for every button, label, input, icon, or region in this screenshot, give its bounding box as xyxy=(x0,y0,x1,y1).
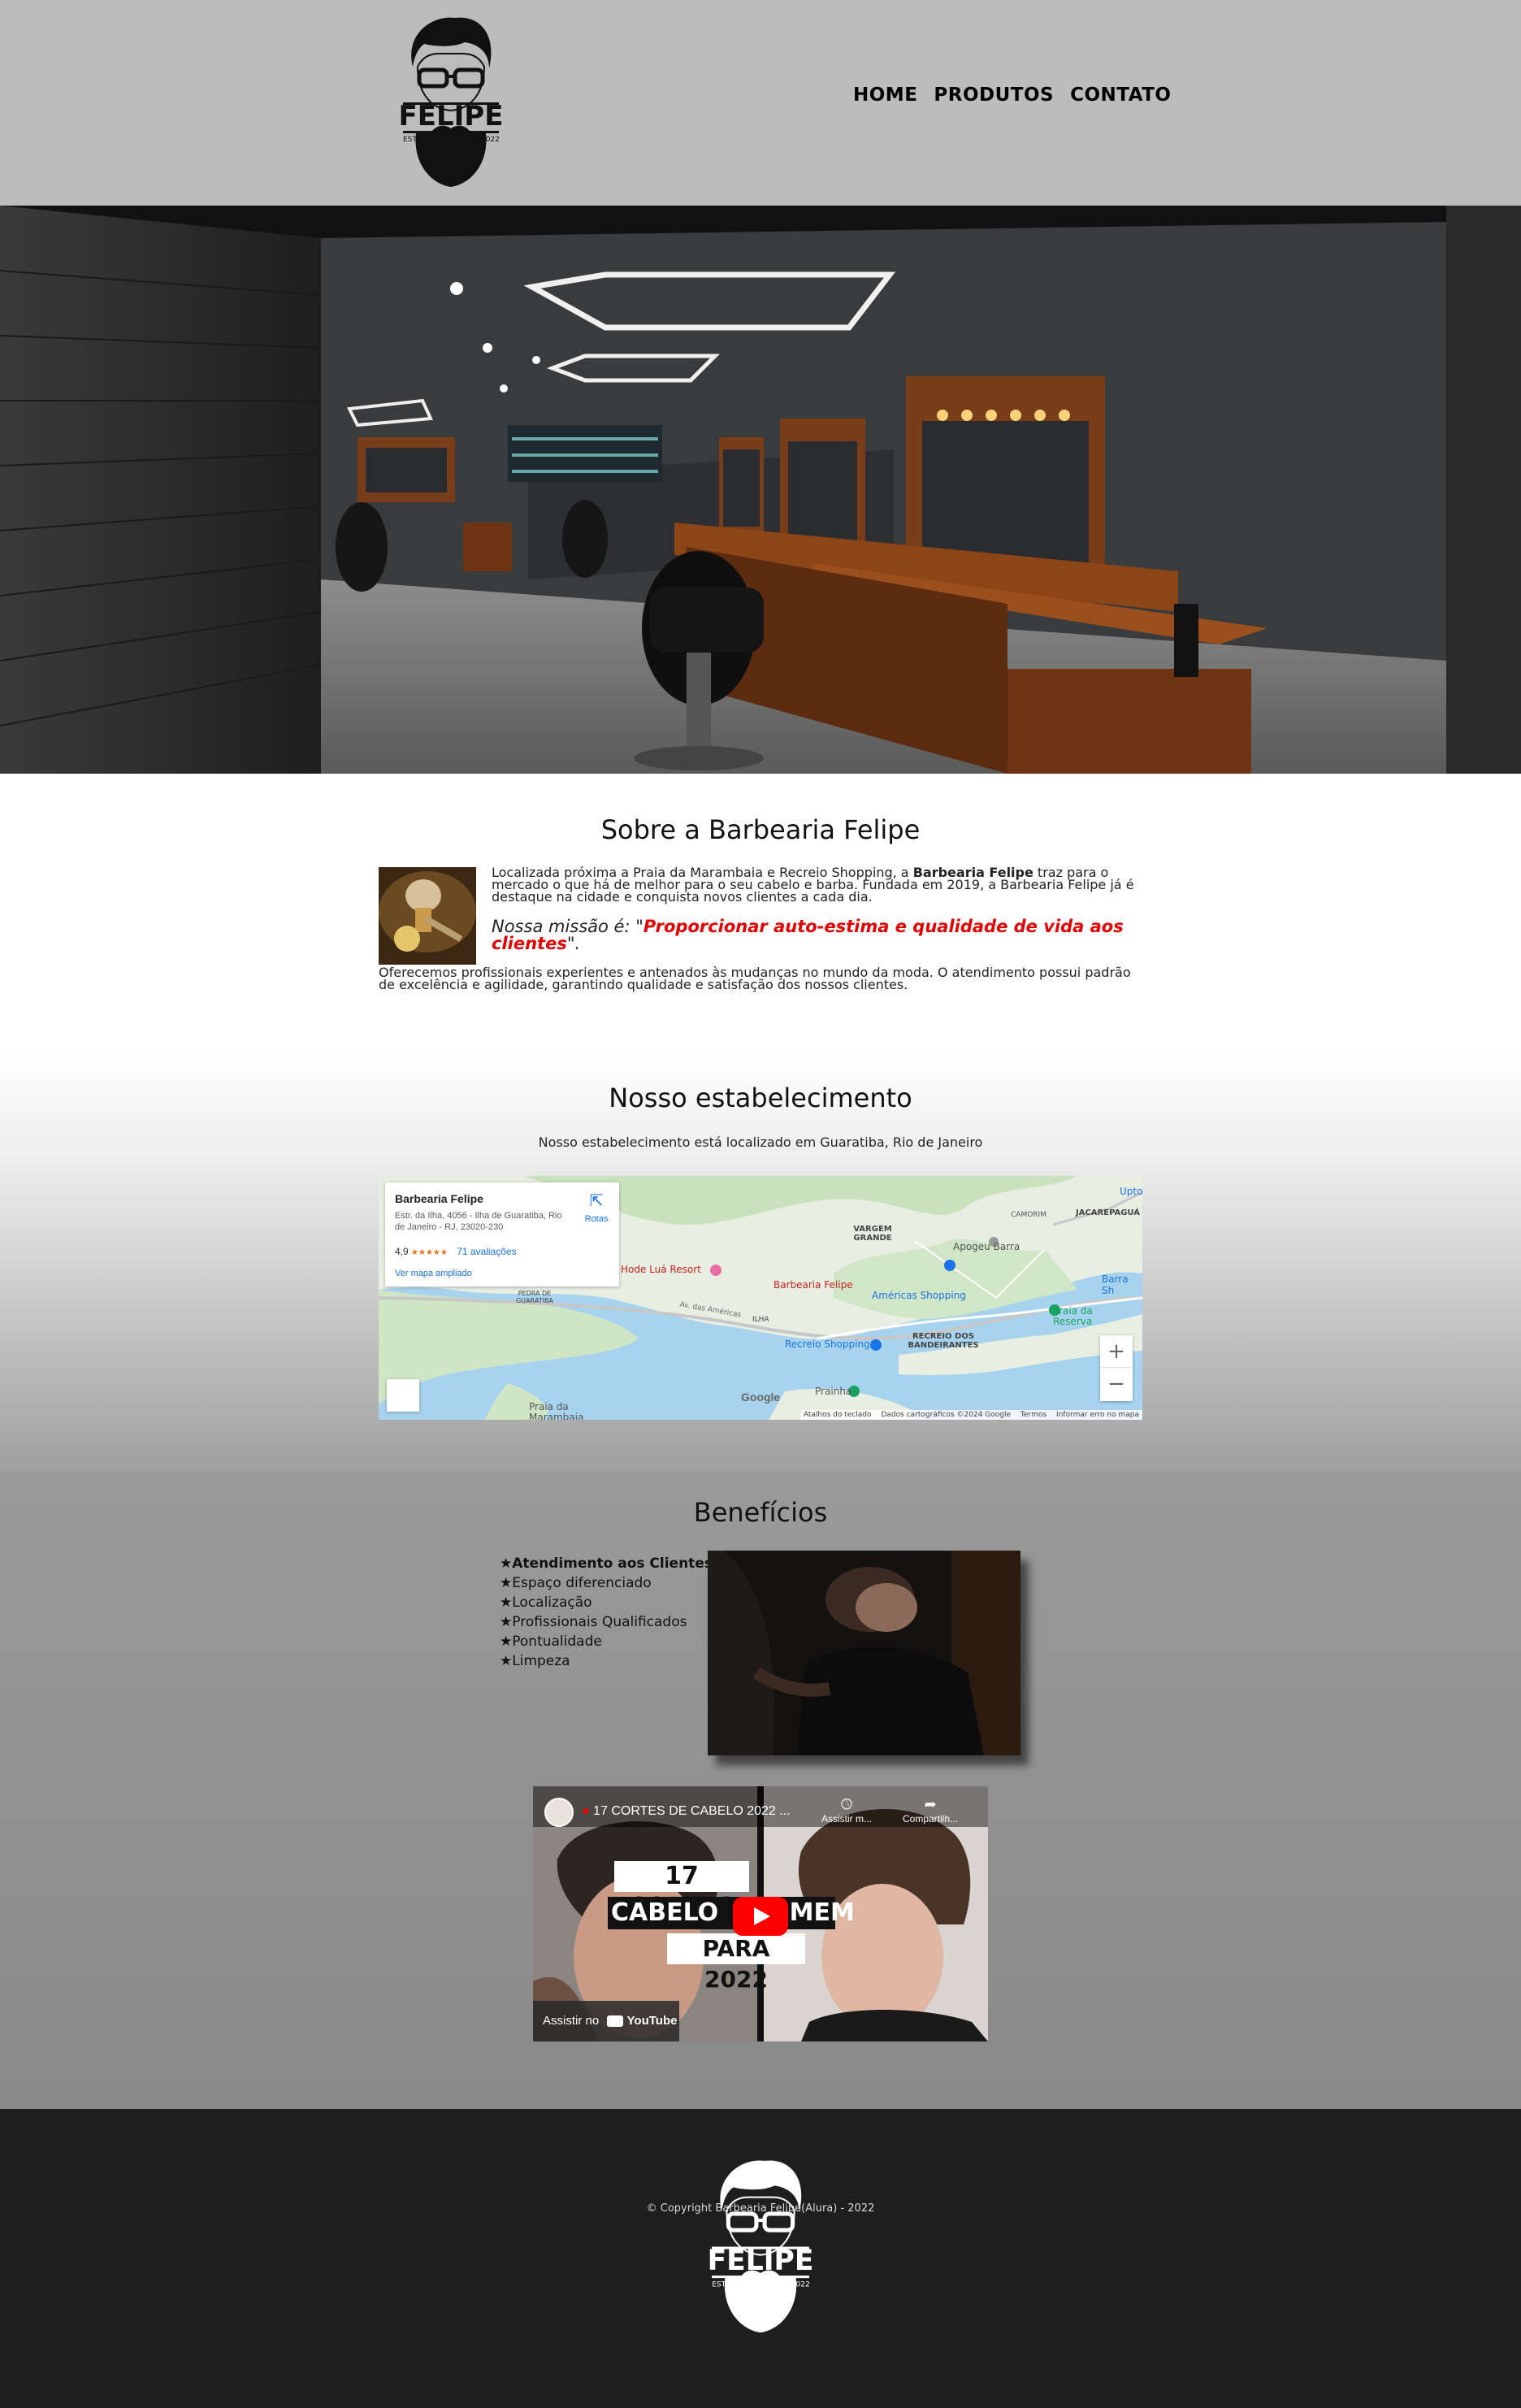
about-title: Sobre a Barbearia Felipe xyxy=(600,814,921,845)
benefit-item: ★Espaço diferenciado xyxy=(500,1575,652,1591)
svg-text:2022: 2022 xyxy=(481,136,500,144)
footer-logo: FELIPE ESTD 2022 xyxy=(707,2154,814,2336)
benefit-item: ★Limpeza xyxy=(500,1653,570,1669)
map-label-praia-reserva: Praia da Reserva xyxy=(1053,1305,1093,1327)
video-channel-avatar[interactable] xyxy=(544,1798,574,1827)
map-card-rating: 4,9 ★★★★★ 71 avaliações xyxy=(395,1246,517,1257)
map-keyboard-shortcuts[interactable]: Atalhos do teclado xyxy=(804,1411,872,1419)
nav-home[interactable]: HOME xyxy=(853,85,917,106)
about-paragraph-1: Localizada próxima a Praia da Marambaia … xyxy=(492,865,1134,905)
map-terms[interactable]: Termos xyxy=(1020,1411,1046,1419)
google-logo: Google xyxy=(741,1391,781,1404)
watch-on-youtube-button[interactable]: Assistir no YouTube xyxy=(533,2001,679,2041)
map-directions-button[interactable]: ⇱ Rotas xyxy=(578,1191,614,1226)
main-nav: HOME PRODUTOS CONTATO xyxy=(853,85,1171,106)
map-attribution: Atalhos do teclado Dados cartográficos ©… xyxy=(800,1410,1142,1420)
shaving-brush-image xyxy=(379,867,476,965)
map-label-prainha: Prainha xyxy=(815,1386,852,1397)
hero-barbershop-image xyxy=(0,206,1521,774)
youtube-play-button[interactable] xyxy=(733,1897,788,1936)
zoom-in-button[interactable]: + xyxy=(1100,1335,1133,1368)
barber-shaving-image xyxy=(708,1551,1020,1755)
site-header: FELIPE ESTD 2022 HOME PRODUTOS CONTATO xyxy=(0,0,1521,206)
map-label-recreio-shopping: Recreio Shopping xyxy=(785,1339,870,1350)
map-label-upto: Upto xyxy=(1120,1186,1142,1197)
directions-icon: ⇱ xyxy=(589,1192,604,1210)
map-card-address: Estr. da Ilha, 4056 - Ilha de Guaratiba,… xyxy=(395,1211,562,1232)
benefit-item: ★Pontualidade xyxy=(500,1634,602,1650)
benefits-title: Benefícios xyxy=(693,1497,828,1528)
map-label-hode-lua: Hode Luá Resort xyxy=(621,1264,701,1275)
logo-text: FELIPE xyxy=(399,100,504,132)
zoom-out-button[interactable]: − xyxy=(1100,1368,1133,1400)
map-label-pedra-guaratiba: PEDRA DE GUARATIBA xyxy=(516,1290,553,1304)
map-label-apogeu: Apogeu Barra xyxy=(953,1241,1020,1252)
map-report-error[interactable]: Informar erro no mapa xyxy=(1056,1411,1139,1419)
thumb-text-line2a: CABELO xyxy=(611,1898,719,1927)
map-label-barra-sh: Barra Sh xyxy=(1102,1273,1129,1296)
benefits-section: Benefícios ★Atendimento aos Clientes ★Es… xyxy=(0,1471,1521,2109)
mission-statement: Nossa missão é: "Proporcionar auto-estim… xyxy=(492,917,1124,953)
youtube-video-embed[interactable]: ● 17 CORTES DE CABELO 2022 ... 🕓︎ Assist… xyxy=(533,1786,988,2041)
map-data-credit: Dados cartográficos ©2024 Google xyxy=(881,1411,1012,1419)
barbearia-felipe-logo[interactable]: FELIPE ESTD 2022 xyxy=(398,11,504,190)
play-icon xyxy=(754,1907,770,1925)
svg-text:2022: 2022 xyxy=(791,2280,810,2289)
about-section: Sobre a Barbearia Felipe Localizada próx… xyxy=(0,774,1521,1048)
location-section: Nosso estabelecimento Nosso estabelecime… xyxy=(0,1048,1521,1471)
map-zoom-controls: + − xyxy=(1100,1335,1133,1401)
svg-text:FELIPE: FELIPE xyxy=(708,2245,814,2277)
benefit-item: ★Profissionais Qualificados xyxy=(500,1614,687,1630)
about-paragraph-2: Oferecemos profissionais experientes e a… xyxy=(379,965,1131,992)
map-label-americas-shopping: Américas Shopping xyxy=(872,1290,966,1301)
map-card-title: Barbearia Felipe xyxy=(395,1192,483,1205)
copyright-text: © Copyright Barbearia Felipe(Alura) - 20… xyxy=(646,2202,875,2215)
thumb-text-line1: 17 CORTES xyxy=(628,1862,735,1921)
benefit-item: ★Atendimento aos Clientes xyxy=(500,1555,713,1572)
map-label-barbearia: Barbearia Felipe xyxy=(774,1279,853,1291)
benefit-item: ★Localização xyxy=(500,1594,592,1611)
youtube-logo-icon xyxy=(607,2015,624,2028)
map-reviews-link[interactable]: 71 avaliações xyxy=(457,1246,516,1257)
red-heart-icon: ● xyxy=(582,1804,590,1818)
video-title[interactable]: ● 17 CORTES DE CABELO 2022 ... xyxy=(582,1804,791,1819)
svg-text:ESTD: ESTD xyxy=(403,136,422,144)
benefits-list: ★Atendimento aos Clientes ★Espaço difere… xyxy=(500,1554,713,1671)
share-button[interactable]: ➦ Compartilh... xyxy=(903,1796,958,1824)
share-icon: ➦ xyxy=(924,1796,937,1812)
map-label-recreio-bandeirantes: RECREIO DOS BANDEIRANTES xyxy=(908,1332,979,1350)
thumb-text-line3: PARA 2022 xyxy=(702,1935,770,1993)
map-label-jacarepagua: JACAREPAGUÁ xyxy=(1076,1208,1140,1217)
map-label-vargem-grande: VARGEM GRANDE xyxy=(853,1225,892,1243)
map-fullscreen-button[interactable] xyxy=(387,1379,419,1412)
svg-text:ESTD: ESTD xyxy=(712,2280,731,2289)
map-place-card: Barbearia Felipe Estr. da Ilha, 4056 - I… xyxy=(385,1182,619,1286)
location-subtitle: Nosso estabelecimento está localizado em… xyxy=(538,1135,983,1150)
map-label-camorim: CAMORIM xyxy=(1011,1211,1046,1219)
clock-icon: 🕓︎ xyxy=(840,1796,853,1812)
location-title: Nosso estabelecimento xyxy=(609,1083,912,1113)
nav-produtos[interactable]: PRODUTOS xyxy=(934,85,1054,106)
map-label-praia-marambaia: Praia da Marambaia xyxy=(529,1401,584,1421)
site-footer: FELIPE ESTD 2022 xyxy=(0,2109,1521,2408)
map-larger-link[interactable]: Ver mapa ampliado xyxy=(395,1269,472,1278)
map-label-ilha: ILHA xyxy=(752,1316,769,1324)
nav-contato[interactable]: CONTATO xyxy=(1070,85,1171,106)
google-map-embed[interactable]: Barbearia Felipe Hode Luá Resort VARGEM … xyxy=(379,1176,1142,1420)
watch-later-button[interactable]: 🕓︎ Assistir m... xyxy=(821,1796,872,1824)
